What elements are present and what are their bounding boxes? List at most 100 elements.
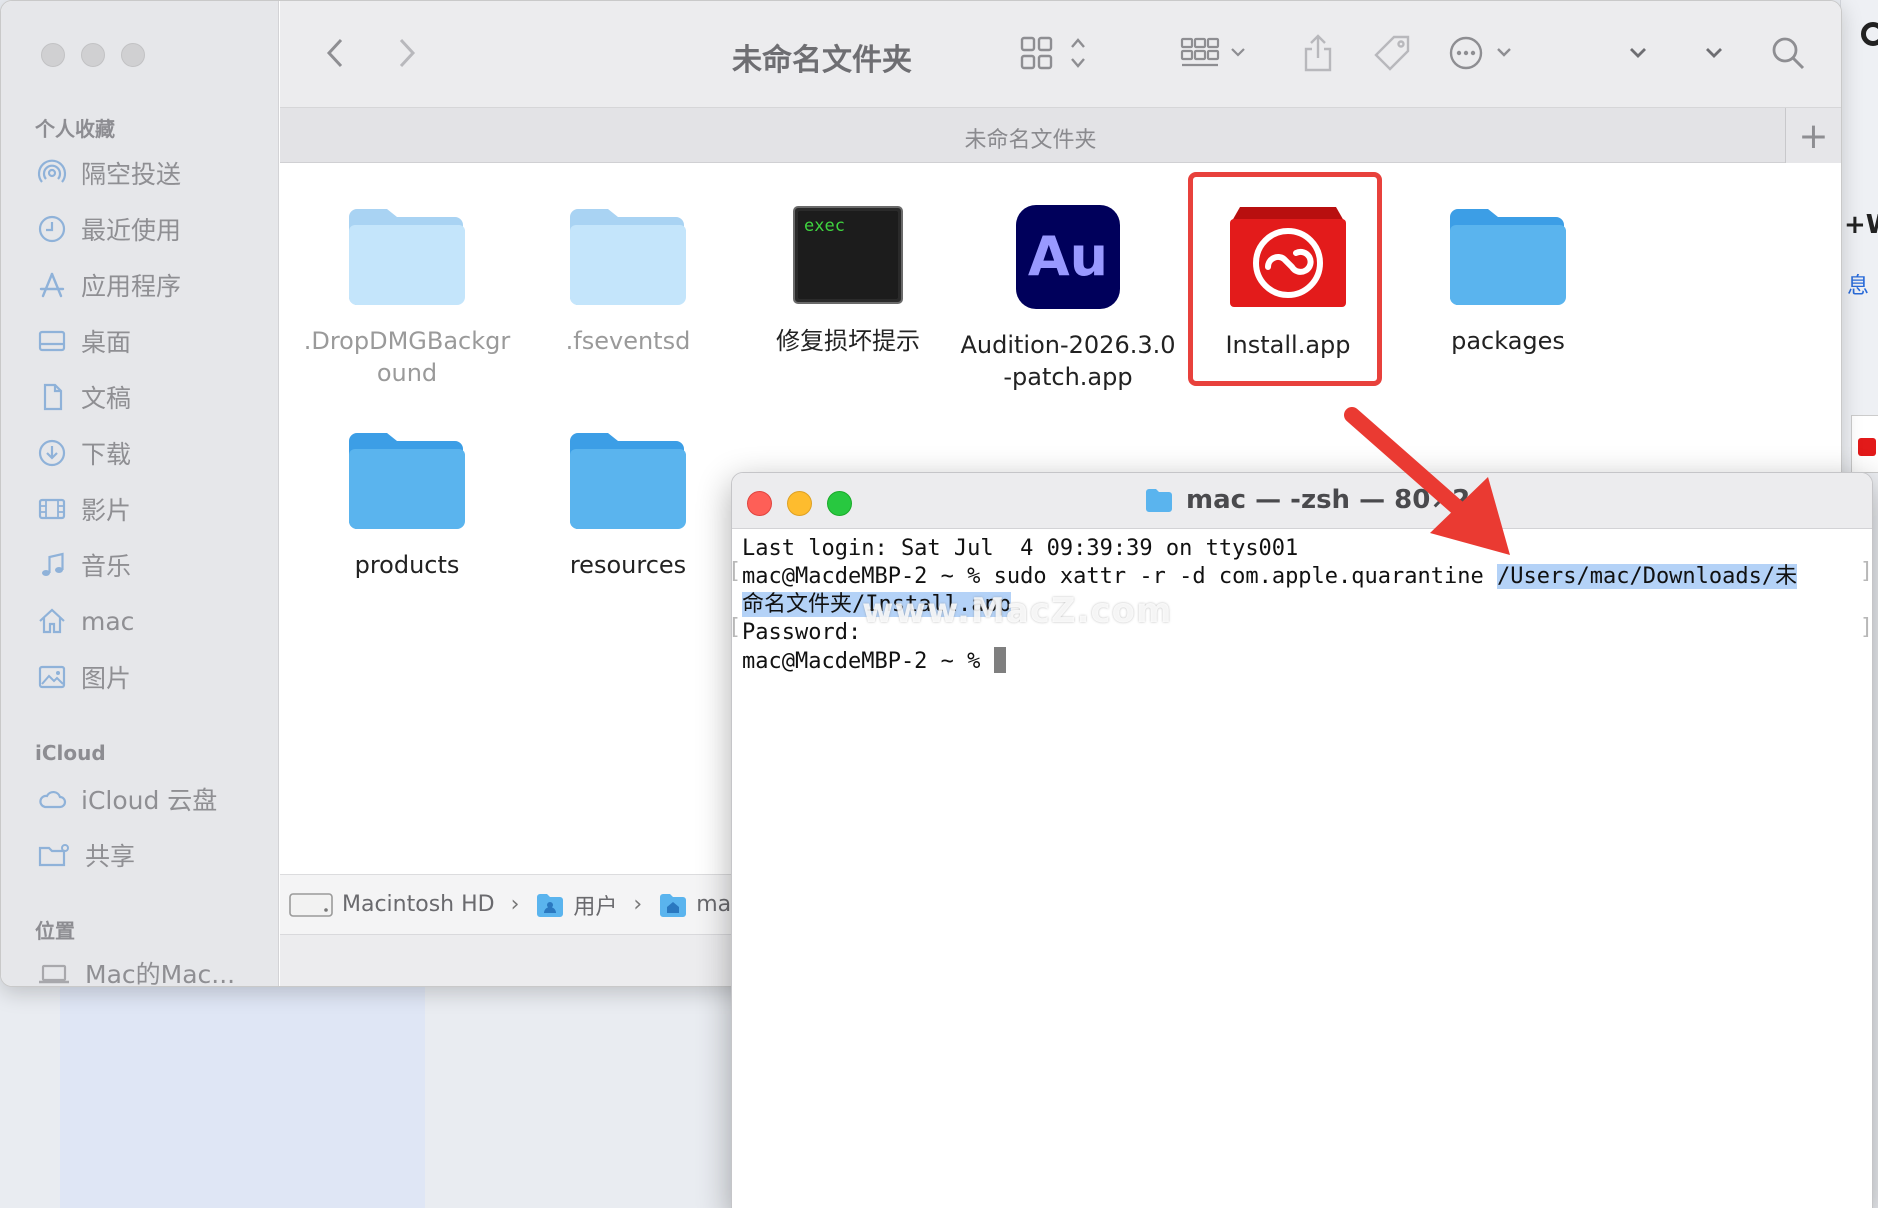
file-item-packages[interactable]: packages <box>1398 203 1618 357</box>
sidebar-item-label: 共享 <box>85 842 136 871</box>
file-name: resources <box>569 551 687 579</box>
background-text: +W <box>1844 210 1878 240</box>
sidebar-item-downloads[interactable]: 下载 <box>37 433 267 473</box>
file-item-audition-patch[interactable]: Au Audition-2026.3.0 -patch.app <box>958 203 1178 393</box>
line-marker: [ <box>731 615 740 640</box>
tab-bar: 未命名文件夹 + <box>280 107 1841 164</box>
line-marker: ] <box>1861 559 1870 584</box>
sidebar-item-label: Mac的Mac... <box>85 960 236 987</box>
ellipsis-circle-icon <box>1449 36 1511 70</box>
annotation-arrow <box>1344 407 1510 555</box>
group-button[interactable] <box>1180 31 1252 75</box>
folder-icon <box>570 209 686 305</box>
tag-button[interactable] <box>1370 31 1414 75</box>
file-name: 修复损坏提示 <box>776 327 920 355</box>
install-app-highlight-box <box>1188 172 1382 386</box>
search-button[interactable] <box>1768 31 1808 75</box>
sidebar-item-label: 应用程序 <box>81 272 182 301</box>
shell-prompt: mac@MacdeMBP-2 ~ % <box>742 649 994 674</box>
path-item-label: Macintosh HD <box>342 892 495 917</box>
sidebar-item-airdrop[interactable]: 隔空投送 <box>37 153 267 193</box>
text-cursor <box>993 647 1006 673</box>
exec-terminal-icon: exec <box>793 206 903 304</box>
sidebar-item-home[interactable]: mac <box>37 601 267 641</box>
exec-badge: exec <box>804 216 845 236</box>
forward-button[interactable] <box>392 31 422 75</box>
file-name: .fseventsd <box>565 327 691 355</box>
sidebar-item-label: 影片 <box>81 496 132 525</box>
finder-toolbar: 未命名文件夹 <box>280 1 1841 107</box>
window-title: 未命名文件夹 <box>732 43 912 78</box>
sidebar-item-movies[interactable]: 影片 <box>37 489 267 529</box>
file-name: Audition-2026.3.0 -patch.app <box>960 331 1176 391</box>
photo-icon <box>38 665 66 689</box>
path-separator: › <box>510 892 520 917</box>
chevron-left-icon <box>326 38 343 68</box>
sidebar-section-icloud: iCloud <box>35 741 106 765</box>
airdrop-icon <box>37 159 67 183</box>
terminal-titlebar: mac — -zsh — 80×24 <box>732 473 1872 529</box>
sidebar-section-favorites: 个人收藏 <box>35 117 115 141</box>
file-item-repair-script[interactable]: exec 修复损坏提示 <box>738 203 958 357</box>
sidebar-item-pictures[interactable]: 图片 <box>37 657 267 697</box>
watermark: www.MacZ.com <box>862 591 1173 631</box>
chevron-down-icon <box>1706 48 1722 58</box>
close-button[interactable] <box>41 43 65 67</box>
sidebar-item-label: mac <box>81 606 135 636</box>
file-item-products[interactable]: products <box>297 427 517 581</box>
sidebar-item-documents[interactable]: 文稿 <box>37 377 267 417</box>
sidebar-item-label: 最近使用 <box>81 216 182 245</box>
terminal-line-login: Last login: Sat Jul 4 09:39:39 on ttys00… <box>742 536 1299 561</box>
view-mode-button[interactable] <box>1020 31 1096 75</box>
path-item-macintosh-hd[interactable]: Macintosh HD <box>288 890 495 920</box>
app-logo-icon <box>1861 22 1878 46</box>
tag-icon <box>1374 35 1410 71</box>
file-name: packages <box>1451 327 1565 355</box>
sidebar-item-label: 图片 <box>81 664 132 693</box>
file-item-fseventsd[interactable]: .fseventsd <box>518 203 738 357</box>
zoom-button[interactable] <box>827 491 852 516</box>
file-item-dropdmg[interactable]: .DropDMGBackgr ound <box>297 203 517 389</box>
sidebar-item-shared[interactable]: 共享 <box>37 835 267 875</box>
terminal-line-prompt: mac@MacdeMBP-2 ~ % <box>742 647 1862 675</box>
file-item-resources[interactable]: resources <box>518 427 738 581</box>
toolbar-dropdown-button[interactable] <box>1626 31 1650 75</box>
new-tab-button[interactable]: + <box>1785 108 1841 164</box>
sidebar-item-desktop[interactable]: 桌面 <box>37 321 267 361</box>
folder-icon <box>1146 489 1172 512</box>
sidebar-item-applications[interactable]: 应用程序 <box>37 265 267 305</box>
selected-path-text: /Users/mac/Downloads/未 <box>1497 564 1798 589</box>
home-folder-icon <box>660 893 687 917</box>
path-item-users[interactable]: 用户 <box>535 889 617 921</box>
music-icon <box>42 552 64 576</box>
toolbar-dropdown-button[interactable] <box>1702 31 1726 75</box>
desktop-background <box>60 985 425 1208</box>
sidebar-item-label: 音乐 <box>81 552 132 581</box>
zoom-button[interactable] <box>121 43 145 67</box>
back-button[interactable] <box>320 31 350 75</box>
applications-icon <box>39 272 65 298</box>
path-separator: › <box>633 892 643 917</box>
minimize-button[interactable] <box>81 43 105 67</box>
share-button[interactable] <box>1300 31 1336 75</box>
minimize-button[interactable] <box>787 491 812 516</box>
sidebar-item-music[interactable]: 音乐 <box>37 545 267 585</box>
more-actions-button[interactable] <box>1448 31 1520 75</box>
sidebar-item-label: 文稿 <box>81 384 132 413</box>
path-item-label: 用户 <box>573 894 618 920</box>
document-icon <box>43 383 63 411</box>
clock-icon <box>38 215 66 243</box>
share-icon <box>1304 34 1332 72</box>
sidebar-item-icloud-drive[interactable]: iCloud 云盘 <box>37 779 267 819</box>
tab-current-folder[interactable]: 未命名文件夹 <box>280 122 1781 154</box>
users-folder-icon <box>537 893 564 917</box>
hard-drive-icon <box>289 892 333 917</box>
close-button[interactable] <box>747 491 772 516</box>
folder-icon <box>349 209 465 305</box>
sidebar-item-mac-disk[interactable]: Mac的Mac... <box>37 953 267 987</box>
terminal-output[interactable]: Last login: Sat Jul 4 09:39:39 on ttys00… <box>742 535 1862 675</box>
sidebar-item-recents[interactable]: 最近使用 <box>37 209 267 249</box>
icon-grid-icon <box>1020 36 1085 70</box>
chevron-down-icon <box>1630 48 1646 58</box>
audition-app-icon: Au <box>1016 205 1120 309</box>
